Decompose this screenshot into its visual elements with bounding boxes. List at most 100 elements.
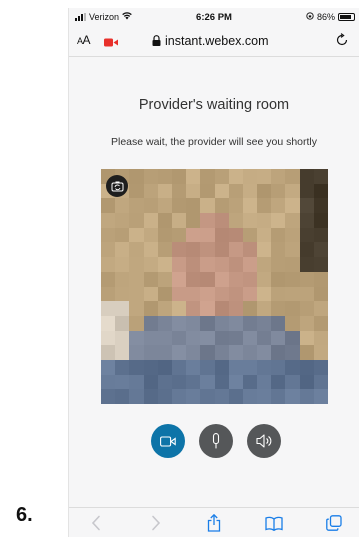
step-number: 6. [16,504,33,526]
video-toggle-button[interactable] [151,424,185,458]
video-pixel [186,389,201,404]
video-pixel [186,198,201,214]
video-pixel [313,198,328,214]
share-icon[interactable] [205,514,223,532]
video-pixel [171,359,187,375]
video-pixel [115,345,130,360]
video-pixel [129,213,144,228]
video-pixel [285,183,300,199]
switch-camera-button[interactable] [106,175,128,197]
video-pixel [171,169,187,184]
reload-icon[interactable] [335,33,349,47]
video-pixel [129,198,144,214]
video-pixel [157,213,172,228]
video-pixel [271,257,286,272]
video-pixel [242,198,258,214]
video-pixel [115,330,130,346]
video-pixel [186,345,201,360]
video-pixel [200,330,215,346]
video-pixel [271,315,286,331]
video-pixel [186,330,201,346]
video-pixel [129,183,144,199]
video-pixel [186,169,201,184]
video-pixel [242,315,258,331]
video-pixel [285,198,300,214]
video-pixel [313,183,328,199]
video-pixel [143,389,158,404]
video-pixel [101,257,116,272]
video-pixel [157,271,172,287]
video-pixel [313,271,328,287]
chevron-right-icon[interactable] [147,514,165,532]
video-pixel [157,345,172,360]
speaker-toggle-button[interactable] [247,424,281,458]
video-pixel [228,242,243,258]
video-pixel [271,389,286,404]
video-pixel [242,301,258,316]
tabs-icon[interactable] [325,514,343,532]
camera-in-use-icon[interactable] [104,36,118,47]
video-pixel [299,271,314,287]
video-pixel [242,213,258,228]
safari-url-bar[interactable]: AA instant.webex.com [69,26,359,57]
video-pixel [200,359,215,375]
video-pixel [129,257,144,272]
video-pixel [228,286,243,302]
video-pixel [299,198,314,214]
video-pixel [200,345,215,360]
video-pixel [214,257,229,272]
video-pixel [228,169,243,184]
speaker-icon [256,434,272,448]
bookmarks-icon[interactable] [265,514,283,532]
video-pixel [228,359,243,375]
video-pixel [313,169,328,184]
video-pixel [228,301,243,316]
video-pixel [313,227,328,243]
video-pixel [257,359,272,375]
video-pixel [143,169,158,184]
video-pixel [186,315,201,331]
video-pixel [115,198,130,214]
video-pixel [257,213,272,228]
video-pixel [200,257,215,272]
video-pixel [157,359,172,375]
video-pixel [285,389,300,404]
video-pixel [242,227,258,243]
video-pixel [214,315,229,331]
video-pixel [313,345,328,360]
video-pixel [257,198,272,214]
video-pixel [171,198,187,214]
video-pixel [228,183,243,199]
video-pixel [101,374,116,390]
video-pixel [214,374,229,390]
video-pixel [214,227,229,243]
video-pixel [200,227,215,243]
video-pixel [101,198,116,214]
video-pixel [257,257,272,272]
video-pixel [257,286,272,302]
video-pixel [271,213,286,228]
video-pixel [186,286,201,302]
video-pixel [115,271,130,287]
video-pixel [171,330,187,346]
video-pixel [157,198,172,214]
video-pixel [285,213,300,228]
video-pixel [257,242,272,258]
chevron-left-icon[interactable] [87,514,105,532]
text-size-button[interactable]: AA [77,33,91,47]
video-pixel [101,345,116,360]
url-text[interactable]: instant.webex.com [165,34,269,48]
video-pixel [271,183,286,199]
video-pixel [257,227,272,243]
battery-icon [338,13,355,21]
call-controls [69,424,359,460]
safari-bottom-toolbar [69,507,359,537]
video-pixel [129,345,144,360]
video-pixel [313,315,328,331]
microphone-toggle-button[interactable] [199,424,233,458]
screenshot-page: 6. Verizon 6:26 PM 86% AA instant.webex.… [0,0,359,537]
video-pixel [115,242,130,258]
video-pixel [186,183,201,199]
video-pixel [143,345,158,360]
video-pixel [299,389,314,404]
